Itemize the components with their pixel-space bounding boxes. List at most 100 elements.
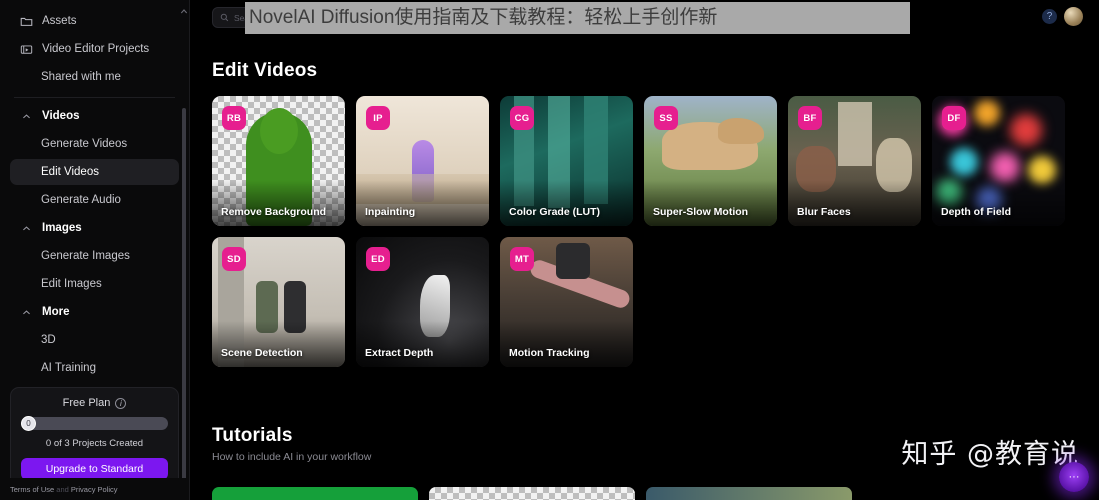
privacy-policy-link[interactable]: Privacy Policy bbox=[71, 485, 118, 494]
card-color-grade-lut[interactable]: CG Color Grade (LUT) bbox=[500, 96, 633, 226]
card-extract-depth[interactable]: ED Extract Depth bbox=[356, 237, 489, 367]
plan-card: Free Plan i 0 0 of 3 Projects Created Up… bbox=[10, 387, 179, 478]
card-badge: ED bbox=[366, 247, 390, 271]
info-icon[interactable]: i bbox=[115, 397, 127, 409]
card-badge: CG bbox=[510, 106, 534, 130]
card-motion-tracking[interactable]: MT Motion Tracking bbox=[500, 237, 633, 367]
sidebar-group-label: Videos bbox=[42, 110, 80, 122]
sidebar-item-label: Assets bbox=[42, 15, 77, 27]
card-label: Blur Faces bbox=[797, 206, 851, 218]
card-depth-of-field[interactable]: DF Depth of Field bbox=[932, 96, 1065, 226]
overlay-title-banner: NovelAI Diffusion使用指南及下载教程：轻松上手创作新 bbox=[245, 2, 910, 34]
card-badge: DF bbox=[942, 106, 966, 130]
watermark-text: 知乎 @教育说 bbox=[901, 439, 1079, 470]
sidebar-group-more[interactable]: More bbox=[10, 299, 179, 325]
plan-header: Free Plan i bbox=[21, 397, 168, 409]
card-label: Scene Detection bbox=[221, 347, 303, 359]
sidebar-divider bbox=[14, 97, 175, 98]
card-blur-faces[interactable]: BF Blur Faces bbox=[788, 96, 921, 226]
sidebar-item-video-editor-projects[interactable]: Video Editor Projects bbox=[10, 36, 179, 62]
card-label: Motion Tracking bbox=[509, 347, 590, 359]
card-label: Remove Background bbox=[221, 206, 327, 218]
card-gradient bbox=[644, 180, 777, 226]
chevron-up-icon bbox=[20, 110, 33, 123]
card-badge: MT bbox=[510, 247, 534, 271]
plan-progress-knob: 0 bbox=[21, 416, 36, 431]
sidebar-item-generate-videos[interactable]: Generate Videos bbox=[10, 131, 179, 157]
card-label: Super-Slow Motion bbox=[653, 206, 749, 218]
sidebar-group-images[interactable]: Images bbox=[10, 215, 179, 241]
card-scene-detection[interactable]: SD Scene Detection bbox=[212, 237, 345, 367]
tutorials-title: Tutorials bbox=[212, 425, 293, 446]
plan-usage-text: 0 of 3 Projects Created bbox=[45, 438, 144, 449]
card-gradient bbox=[788, 180, 921, 226]
tutorials-subtitle: How to include AI in your workflow bbox=[212, 451, 372, 463]
sidebar-item-generate-audio[interactable]: Generate Audio bbox=[10, 187, 179, 213]
card-gradient bbox=[932, 180, 1065, 226]
sidebar-item-label: Generate Videos bbox=[41, 138, 128, 150]
tutorials-section: Tutorials How to include AI in your work… bbox=[212, 425, 371, 463]
sidebar-item-ai-training[interactable]: AI Training bbox=[10, 355, 179, 381]
film-icon bbox=[20, 43, 33, 56]
card-gradient bbox=[500, 321, 633, 367]
search-icon bbox=[220, 9, 229, 27]
upgrade-to-standard-button[interactable]: Upgrade to Standard bbox=[21, 458, 168, 478]
card-gradient bbox=[356, 321, 489, 367]
sidebar-item-label: Video Editor Projects bbox=[42, 43, 150, 55]
card-badge: SD bbox=[222, 247, 246, 271]
card-gradient bbox=[212, 180, 345, 226]
sidebar-item-label: Shared with me bbox=[41, 71, 121, 83]
sidebar-item-label: 3D bbox=[41, 334, 56, 346]
card-super-slow-motion[interactable]: SS Super-Slow Motion bbox=[644, 96, 777, 226]
card-remove-background[interactable]: RB Remove Background bbox=[212, 96, 345, 226]
sidebar-group-videos[interactable]: Videos bbox=[10, 103, 179, 129]
sidebar-item-edit-images[interactable]: Edit Images bbox=[10, 271, 179, 297]
sidebar-group-label: More bbox=[42, 306, 70, 318]
sidebar-item-label: AI Training bbox=[41, 362, 96, 374]
tutorial-card-photo[interactable] bbox=[646, 487, 852, 500]
chevron-up-icon bbox=[20, 306, 33, 319]
card-gradient bbox=[500, 180, 633, 226]
user-avatar[interactable] bbox=[1064, 7, 1083, 26]
folder-icon bbox=[20, 15, 33, 28]
card-gradient bbox=[212, 321, 345, 367]
card-label: Color Grade (LUT) bbox=[509, 206, 600, 218]
page-title: Edit Videos bbox=[212, 60, 318, 81]
plan-progress-bar: 0 bbox=[21, 416, 168, 431]
chevron-up-icon bbox=[20, 222, 33, 235]
legal-and: and bbox=[54, 485, 71, 494]
card-gradient bbox=[356, 180, 489, 226]
sidebar-item-generate-images[interactable]: Generate Images bbox=[10, 243, 179, 269]
sidebar: Assets Video Editor Projects Shared with… bbox=[0, 0, 190, 500]
sidebar-scrollbar[interactable] bbox=[182, 108, 186, 478]
card-badge: SS bbox=[654, 106, 678, 130]
video-tools-grid: RB Remove Background IP Inpainting CG Co… bbox=[212, 96, 1092, 367]
sidebar-item-label: Generate Images bbox=[41, 250, 130, 262]
tutorial-card-checker[interactable] bbox=[429, 487, 635, 500]
floating-action-button[interactable]: ··· bbox=[1059, 462, 1089, 492]
scroll-up-arrow-icon[interactable] bbox=[180, 2, 188, 14]
card-badge: IP bbox=[366, 106, 390, 130]
sidebar-item-assets[interactable]: Assets bbox=[10, 8, 179, 34]
sidebar-group-label: Images bbox=[42, 222, 82, 234]
sidebar-item-edit-videos[interactable]: Edit Videos bbox=[10, 159, 179, 185]
tutorials-card-row bbox=[212, 487, 852, 500]
sidebar-item-label: Generate Audio bbox=[41, 194, 121, 206]
sidebar-scroll-area[interactable]: Assets Video Editor Projects Shared with… bbox=[0, 0, 189, 478]
card-badge: BF bbox=[798, 106, 822, 130]
sidebar-item-label: Edit Videos bbox=[41, 166, 99, 178]
sidebar-item-3d[interactable]: 3D bbox=[10, 327, 179, 353]
card-inpainting[interactable]: IP Inpainting bbox=[356, 96, 489, 226]
sidebar-item-shared-with-me[interactable]: Shared with me bbox=[10, 64, 179, 90]
plan-title: Free Plan bbox=[62, 397, 111, 409]
sidebar-item-label: Edit Images bbox=[41, 278, 102, 290]
card-label: Inpainting bbox=[365, 206, 416, 218]
card-label: Depth of Field bbox=[941, 206, 1011, 218]
terms-of-use-link[interactable]: Terms of Use bbox=[10, 485, 54, 494]
card-badge: RB bbox=[222, 106, 246, 130]
tutorial-card-green[interactable] bbox=[212, 487, 418, 500]
help-icon[interactable]: ? bbox=[1042, 9, 1057, 24]
app-root: Assets Video Editor Projects Shared with… bbox=[0, 0, 1099, 500]
card-label: Extract Depth bbox=[365, 347, 434, 359]
sidebar-legal: Terms of Use and Privacy Policy bbox=[0, 478, 189, 500]
